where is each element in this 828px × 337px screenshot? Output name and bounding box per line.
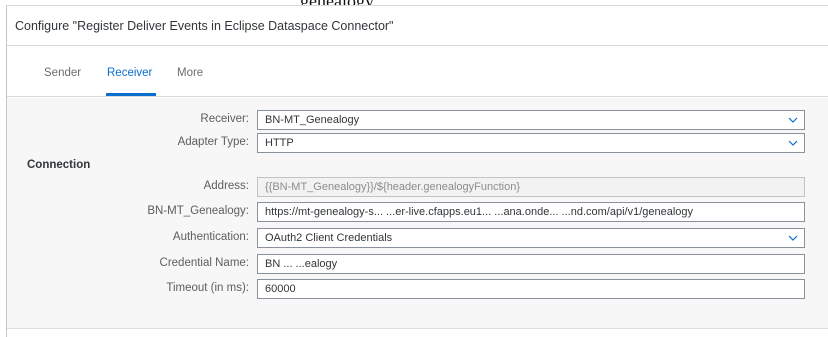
bn-mt-genealogy-label: BN-MT_Genealogy: [147, 205, 249, 217]
timeout-row: Timeout (in ms): 60000 [7, 279, 828, 299]
address-row: Address: {{BN-MT_Genealogy}}/${header.ge… [7, 177, 828, 197]
bn-mt-genealogy-input[interactable]: https://mt-genealogy-s... ...er-live.cfa… [257, 202, 805, 222]
receiver-label: Receiver: [200, 113, 249, 125]
configure-dialog: Configure "Register Deliver Events in Ec… [6, 5, 828, 337]
adapter-type-select[interactable]: HTTP [257, 133, 805, 153]
tab-more[interactable]: More [177, 67, 203, 79]
tab-receiver[interactable]: Receiver [107, 67, 152, 79]
receiver-value: BN-MT_Genealogy [265, 114, 360, 126]
adapter-type-value: HTTP [265, 137, 294, 149]
address-field: {{BN-MT_Genealogy}}/${header.genealogyFu… [257, 177, 805, 197]
timeout-label: Timeout (in ms): [166, 282, 249, 294]
active-tab-indicator [106, 93, 156, 96]
receiver-form: Connection Receiver: BN-MT_Genealogy Ada… [7, 98, 828, 329]
receiver-select[interactable]: BN-MT_Genealogy [257, 110, 805, 130]
receiver-row: Receiver: BN-MT_Genealogy [7, 110, 828, 130]
adapter-type-label: Adapter Type: [177, 136, 249, 148]
credential-name-input[interactable]: BN ... ...ealogy [257, 254, 805, 274]
address-label: Address: [203, 180, 249, 192]
dialog-header: Configure "Register Deliver Events in Ec… [7, 6, 828, 46]
chevron-down-icon[interactable] [788, 139, 798, 147]
authentication-select[interactable]: OAuth2 Client Credentials [257, 228, 805, 248]
authentication-value: OAuth2 Client Credentials [265, 232, 393, 244]
tab-sender[interactable]: Sender [44, 67, 81, 79]
dialog-title: Configure "Register Deliver Events in Ec… [15, 19, 394, 33]
tab-bar: Sender Receiver More [7, 47, 828, 97]
credential-name-row: Credential Name: BN ... ...ealogy [7, 254, 828, 274]
dialog-footer [7, 330, 828, 337]
connection-section-label: Connection [27, 159, 91, 171]
bn-mt-genealogy-row: BN-MT_Genealogy: https://mt-genealogy-s.… [7, 202, 828, 222]
authentication-row: Authentication: OAuth2 Client Credential… [7, 228, 828, 248]
adapter-type-row: Adapter Type: HTTP [7, 133, 828, 153]
chevron-down-icon[interactable] [788, 234, 798, 242]
chevron-down-icon[interactable] [788, 116, 798, 124]
credential-name-label: Credential Name: [159, 257, 249, 269]
timeout-input[interactable]: 60000 [257, 279, 805, 299]
authentication-label: Authentication: [172, 231, 249, 243]
